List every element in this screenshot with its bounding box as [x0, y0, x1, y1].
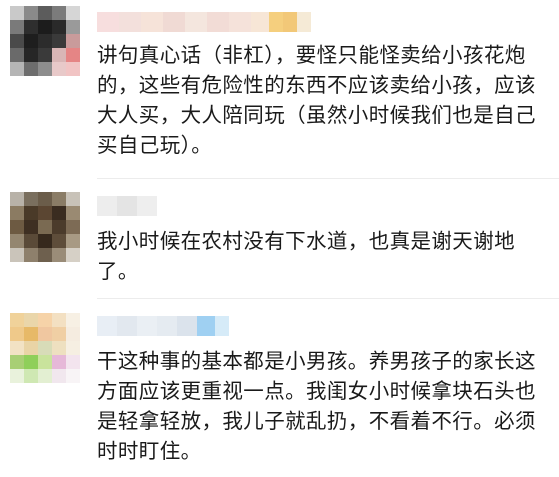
- comment-line: 是轻拿轻放，我儿子就乱扔，不看着不行。必须: [97, 409, 536, 433]
- comment-line: 时时盯住。: [97, 439, 202, 463]
- divider: [97, 298, 559, 299]
- username-blurred[interactable]: [97, 196, 157, 216]
- comment-line: 方面应该更重视一点。我闺女小时候拿块石头也: [97, 379, 536, 403]
- username-blurred[interactable]: [97, 316, 229, 336]
- comment-line: 大人买，大人陪同玩（虽然小时候我们也是自己: [97, 103, 536, 127]
- comment-line: 我小时候在农村没有下水道，也真是谢天谢地: [97, 229, 515, 253]
- comment-text: 讲句真心话（非杠），要怪只能怪卖给小孩花炮 的，这些有危险性的东西不应该卖给小孩…: [97, 40, 549, 160]
- avatar[interactable]: [10, 192, 80, 262]
- comment-line: 讲句真心话（非杠），要怪只能怪卖给小孩花炮: [97, 43, 526, 67]
- divider: [97, 178, 559, 179]
- avatar[interactable]: [10, 6, 80, 76]
- comment-line: 了。: [97, 259, 139, 283]
- avatar[interactable]: [10, 313, 80, 383]
- comment-text: 我小时候在农村没有下水道，也真是谢天谢地 了。: [97, 226, 549, 286]
- username-blurred[interactable]: [97, 12, 311, 32]
- comment-line: 买自己玩）。: [97, 133, 213, 157]
- comment-text: 干这种事的基本都是小男孩。养男孩子的家长这 方面应该更重视一点。我闺女小时候拿块…: [97, 346, 549, 466]
- comment-line: 的，这些有危险性的东西不应该卖给小孩，应该: [97, 73, 536, 97]
- comment-line: 干这种事的基本都是小男孩。养男孩子的家长这: [97, 349, 536, 373]
